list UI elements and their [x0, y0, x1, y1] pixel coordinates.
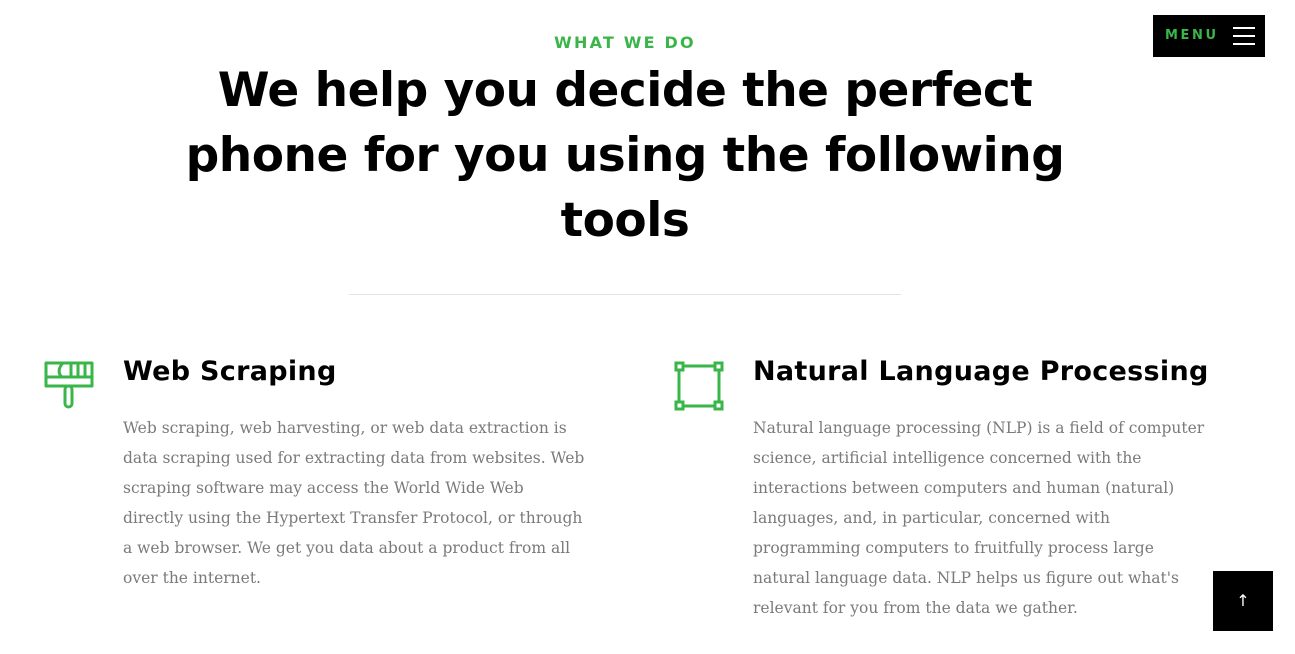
section-headline: We help you decide the perfect phone for…	[185, 63, 1065, 248]
section-eyebrow: WHAT WE DO	[554, 33, 696, 52]
menu-label: MENU	[1165, 28, 1219, 43]
feature-title: Web Scraping	[123, 356, 337, 387]
hamburger-icon	[1233, 26, 1255, 46]
vector-square-icon	[674, 361, 724, 411]
menu-button[interactable]: MENU	[1153, 15, 1265, 57]
arrow-up-icon: ↑	[1236, 591, 1250, 610]
feature-description: Web scraping, web harvesting, or web dat…	[123, 419, 585, 587]
feature-title: Natural Language Processing	[753, 356, 1209, 387]
feature-description: Natural language processing (NLP) is a f…	[753, 419, 1205, 617]
paintbrush-icon	[44, 361, 94, 409]
back-to-top-button[interactable]: ↑	[1213, 571, 1273, 631]
divider	[349, 294, 901, 295]
